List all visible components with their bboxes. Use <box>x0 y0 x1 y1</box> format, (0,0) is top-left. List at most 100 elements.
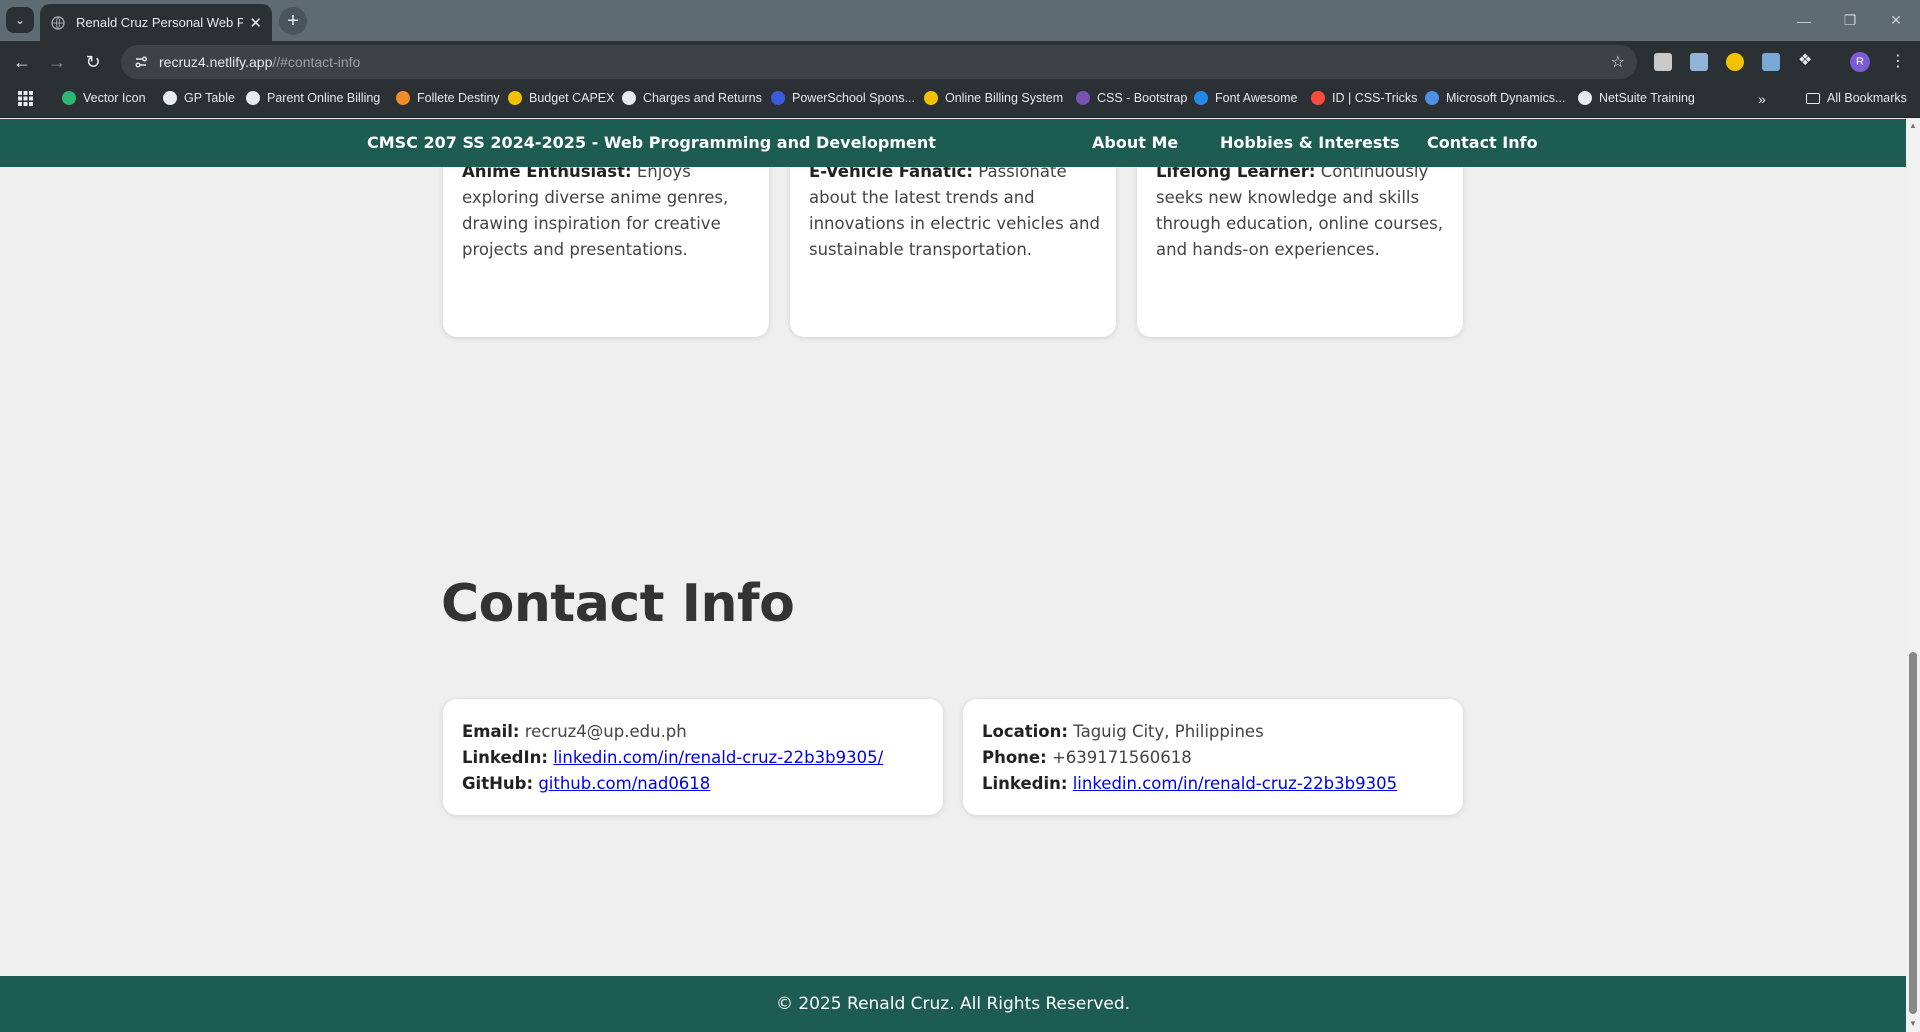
contact-card-left: Email: recruz4@up.edu.ph LinkedIn: linke… <box>443 699 943 815</box>
minimize-icon[interactable]: — <box>1781 0 1827 41</box>
back-arrow-icon[interactable]: ← <box>7 47 37 77</box>
contact-card-right: Location: Taguig City, Philippines Phone… <box>963 699 1463 815</box>
bookmark-vector-icon[interactable]: Vector Icon <box>62 91 146 105</box>
browser-toolbar: ← → ↻ recruz4.netlify.app//#contact-info… <box>0 41 1920 82</box>
extension-qr-icon[interactable] <box>1762 53 1780 71</box>
bookmark-favicon-icon <box>62 91 76 105</box>
phone-value: +639171560618 <box>1046 748 1192 767</box>
hobby-description: E-Vehicle Fanatic: Passionate about the … <box>809 159 1102 263</box>
bookmark-follete-destiny[interactable]: Follete Destiny <box>396 91 500 105</box>
bookmark-label: Font Awesome <box>1215 91 1298 105</box>
scroll-down-arrow-icon[interactable]: ▼ <box>1909 1019 1917 1028</box>
url-host: recruz4.netlify.app <box>159 54 273 70</box>
extension-coin-icon[interactable] <box>1726 53 1744 71</box>
browser-tab-active[interactable]: Renald Cruz Personal Web Profi ✕ <box>40 4 272 41</box>
contact-linkedin-row-2: Linkedin: linkedin.com/in/renald-cruz-22… <box>982 771 1444 797</box>
bookmark-star-icon[interactable]: ☆ <box>1611 52 1625 72</box>
bookmark-gp-table[interactable]: GP Table <box>163 91 235 105</box>
bookmark-label: Microsoft Dynamics... <box>1446 91 1566 105</box>
tab-title: Renald Cruz Personal Web Profi <box>76 15 244 30</box>
bookmark-favicon-icon <box>508 91 522 105</box>
window-close-icon[interactable]: ✕ <box>1873 0 1919 41</box>
extension-printer-icon[interactable] <box>1654 53 1672 71</box>
bookmark-label: Parent Online Billing <box>267 91 381 105</box>
linkedin-label: LinkedIn: <box>462 748 548 767</box>
tab-strip: ⌄ Renald Cruz Personal Web Profi ✕ + — ❐… <box>0 0 1920 41</box>
site-brand[interactable]: CMSC 207 SS 2024-2025 - Web Programming … <box>367 133 936 152</box>
linkedin-label-2: Linkedin: <box>982 774 1068 793</box>
bookmark-favicon-icon <box>622 91 636 105</box>
restore-icon[interactable]: ❐ <box>1827 0 1873 41</box>
bookmark-font-awesome[interactable]: Font Awesome <box>1194 91 1297 105</box>
profile-avatar[interactable]: R <box>1850 52 1870 72</box>
tab-close-icon[interactable]: ✕ <box>249 14 262 32</box>
email-label: Email: <box>462 722 520 741</box>
nav-link-hobbies[interactable]: Hobbies & Interests <box>1220 133 1400 152</box>
bookmark-parent-online-billing[interactable]: Parent Online Billing <box>246 91 380 105</box>
tab-search-chevron-icon[interactable]: ⌄ <box>6 7 34 33</box>
bookmark-favicon-icon <box>396 91 410 105</box>
bookmark-label: GP Table <box>184 91 235 105</box>
forward-arrow-icon[interactable]: → <box>42 47 72 77</box>
bookmark-label: Online Billing System <box>945 91 1064 105</box>
bookmark-label: CSS - Bootstrap <box>1097 91 1188 105</box>
bookmark-label: Charges and Returns <box>643 91 762 105</box>
site-info-icon[interactable] <box>131 52 151 72</box>
contact-location-row: Location: Taguig City, Philippines <box>982 719 1444 745</box>
folder-icon <box>1806 92 1820 104</box>
contact-email-row: Email: recruz4@up.edu.ph <box>462 719 924 745</box>
nav-link-contact-info[interactable]: Contact Info <box>1427 133 1538 152</box>
page-viewport: CMSC 207 SS 2024-2025 - Web Programming … <box>0 119 1906 1032</box>
location-label: Location: <box>982 722 1068 741</box>
bookmark-favicon-icon <box>163 91 177 105</box>
bookmark-favicon-icon <box>1076 91 1090 105</box>
github-label: GitHub: <box>462 774 534 793</box>
bookmark-favicon-icon <box>771 91 785 105</box>
linkedin-link[interactable]: linkedin.com/in/renald-cruz-22b3b9305/ <box>553 748 883 767</box>
all-bookmarks-folder[interactable]: All Bookmarks <box>1806 91 1907 105</box>
hobby-description: Lifelong Learner: Continuously seeks new… <box>1156 159 1449 263</box>
globe-icon <box>50 15 66 31</box>
bookmark-netsuite-training[interactable]: NetSuite Training <box>1578 91 1695 105</box>
bookmark-label: PowerSchool Spons... <box>792 91 915 105</box>
bookmark-microsoft-dynamics[interactable]: Microsoft Dynamics... <box>1425 91 1565 105</box>
bookmark-favicon-icon <box>1578 91 1592 105</box>
bookmark-label: NetSuite Training <box>1599 91 1695 105</box>
all-bookmarks-label: All Bookmarks <box>1827 91 1907 105</box>
extension-grid-icon[interactable] <box>1690 53 1708 71</box>
bookmark-id-css-tricks[interactable]: ID | CSS-Tricks <box>1311 91 1417 105</box>
bookmark-budget-capex[interactable]: Budget CAPEX <box>508 91 614 105</box>
bookmark-label: Vector Icon <box>83 91 146 105</box>
github-link[interactable]: github.com/nad0618 <box>538 774 710 793</box>
browser-menu-icon[interactable]: ⋮ <box>1890 51 1906 71</box>
bookmark-online-billing-system[interactable]: Online Billing System <box>924 91 1063 105</box>
bookmark-charges-and-returns[interactable]: Charges and Returns <box>622 91 762 105</box>
bookmark-favicon-icon <box>246 91 260 105</box>
site-footer: © 2025 Renald Cruz. All Rights Reserved. <box>0 976 1906 1032</box>
contact-phone-row: Phone: +639171560618 <box>982 745 1444 771</box>
apps-grid-icon[interactable] <box>18 91 33 106</box>
bookmark-label: Follete Destiny <box>417 91 500 105</box>
bookmark-label: ID | CSS-Tricks <box>1332 91 1418 105</box>
bookmarks-bar: Vector Icon GP Table Parent Online Billing… <box>0 82 1920 118</box>
reload-icon[interactable]: ↻ <box>78 47 108 77</box>
bookmark-css-bootstrap[interactable]: CSS - Bootstrap <box>1076 91 1187 105</box>
nav-link-about-me[interactable]: About Me <box>1092 133 1178 152</box>
scrollbar-thumb[interactable] <box>1909 652 1917 1014</box>
bookmark-favicon-icon <box>1194 91 1208 105</box>
site-navbar: CMSC 207 SS 2024-2025 - Web Programming … <box>0 119 1906 167</box>
linkedin-link-2[interactable]: linkedin.com/in/renald-cruz-22b3b9305 <box>1073 774 1397 793</box>
contact-github-row: GitHub: github.com/nad0618 <box>462 771 924 797</box>
scroll-up-arrow-icon[interactable]: ▲ <box>1909 121 1917 130</box>
contact-linkedin-row: LinkedIn: linkedin.com/in/renald-cruz-22… <box>462 745 924 771</box>
new-tab-button[interactable]: + <box>279 7 307 35</box>
more-bookmarks-chevron-icon[interactable]: » <box>1758 91 1766 107</box>
bookmark-favicon-icon <box>1425 91 1439 105</box>
extensions-puzzle-icon[interactable]: ❖ <box>1798 50 1816 69</box>
url-path: //#contact-info <box>272 54 361 70</box>
bookmark-powerschool-spons[interactable]: PowerSchool Spons... <box>771 91 915 105</box>
page-scrollbar[interactable]: ▲ ▼ <box>1906 119 1920 1032</box>
bookmark-favicon-icon <box>924 91 938 105</box>
location-value: Taguig City, Philippines <box>1068 722 1264 741</box>
address-bar[interactable]: recruz4.netlify.app//#contact-info ☆ <box>121 45 1637 79</box>
